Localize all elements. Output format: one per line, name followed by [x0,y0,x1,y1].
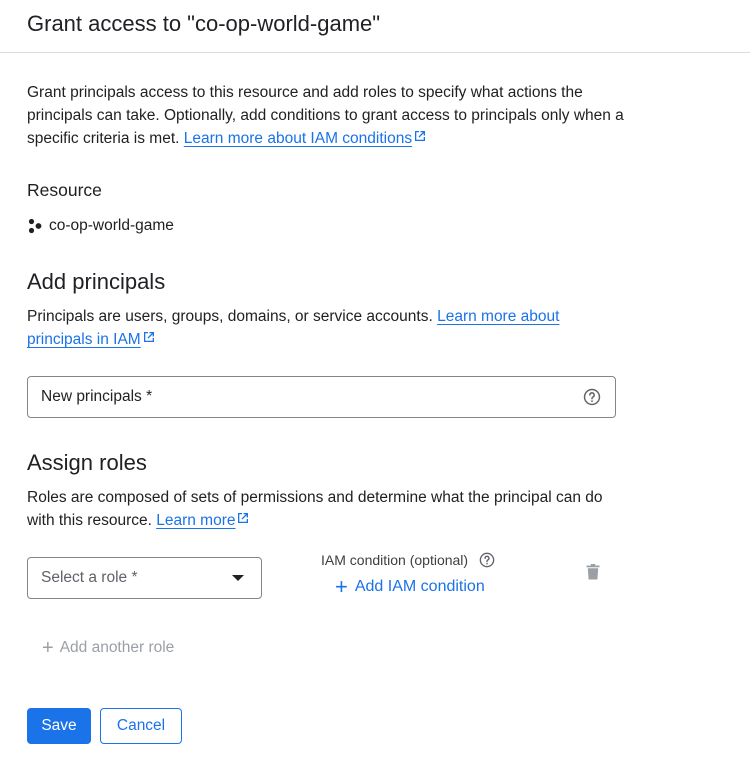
save-button[interactable]: Save [27,708,91,744]
new-principals-input[interactable] [28,377,583,417]
intro-paragraph: Grant principals access to this resource… [27,81,627,150]
principals-description-text: Principals are users, groups, domains, o… [27,308,438,325]
iam-condition-label-row: IAM condition (optional) [321,551,495,569]
resource-row: co-op-world-game [27,216,174,236]
iam-condition-label: IAM condition (optional) [321,552,469,568]
add-principals-heading: Add principals [27,269,166,294]
cancel-button[interactable]: Cancel [100,708,182,744]
plus-icon: + [42,637,54,659]
add-iam-condition-label: Add IAM condition [354,578,485,595]
external-link-icon [415,131,426,141]
iam-conditions-link[interactable]: Learn more about IAM conditions [184,130,412,147]
help-icon[interactable] [583,388,601,406]
roles-description-text: Roles are composed of sets of permission… [27,489,603,529]
dialog-header: Grant access to "co-op-world-game" [0,0,750,53]
add-another-role-label: Add another role [59,639,175,656]
help-icon[interactable] [479,552,495,568]
plus-icon: + [335,574,348,599]
select-role-dropdown[interactable]: Select a role * [27,557,262,599]
new-principals-field[interactable] [27,376,616,418]
resource-name: co-op-world-game [49,217,174,234]
roles-description: Roles are composed of sets of permission… [27,486,627,532]
external-link-icon [238,513,249,523]
add-iam-condition-button[interactable]: + Add IAM condition [335,575,485,599]
add-another-role-button[interactable]: + Add another role [42,637,174,659]
chevron-down-icon [232,575,244,581]
roles-learn-more-link[interactable]: Learn more [156,512,235,529]
dialog-title: Grant access to "co-op-world-game" [27,11,381,36]
select-role-placeholder: Select a role * [41,569,138,586]
principals-description: Principals are users, groups, domains, o… [27,305,627,351]
delete-icon[interactable] [586,564,600,580]
resource-icon [28,218,42,234]
resource-label: Resource [27,180,102,200]
assign-roles-heading: Assign roles [27,450,147,475]
external-link-icon [143,332,154,342]
